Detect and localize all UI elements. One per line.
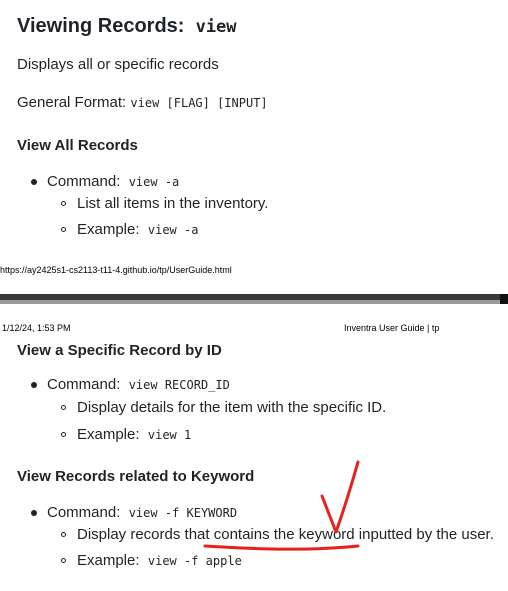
example-line: Example: view -f apple: [77, 552, 242, 569]
command-line: Command: view -a: [47, 173, 179, 190]
example-code: view 1: [147, 428, 192, 442]
bullet-circle: [61, 227, 66, 232]
command-line: Command: view RECORD_ID: [47, 376, 230, 393]
section-heading-view-all: View All Records: [17, 137, 138, 154]
example-label: Example:: [77, 426, 140, 443]
example-label: Example:: [77, 221, 140, 238]
general-format: General Format: view [FLAG] [INPUT]: [17, 94, 268, 111]
command-code: view RECORD_ID: [128, 378, 230, 392]
detail-line: List all items in the inventory.: [77, 195, 269, 212]
detail-line: Display details for the item with the sp…: [77, 399, 387, 416]
header-date: 1/12/24, 1:53 PM: [2, 323, 71, 333]
bullet-circle: [61, 558, 66, 563]
page-separator-edge: [500, 294, 508, 304]
page-title: Viewing Records: view: [17, 15, 237, 38]
footer-url: https://ay2425s1-cs2113-t11-4.github.io/…: [0, 265, 232, 275]
general-format-label: General Format:: [17, 94, 127, 111]
bullet-circle: [61, 201, 66, 206]
section-heading-by-id: View a Specific Record by ID: [17, 342, 222, 359]
bullet-disc: [31, 179, 37, 185]
example-code: view -f apple: [147, 554, 242, 568]
example-line: Example: view 1: [77, 426, 191, 443]
command-label: Command:: [47, 376, 121, 393]
detail-line: Display records that contains the keywor…: [77, 526, 494, 543]
command-code: view -a: [128, 175, 180, 189]
example-code: view -a: [147, 223, 199, 237]
page-separator-shadow: [0, 300, 508, 304]
command-label: Command:: [47, 504, 121, 521]
example-line: Example: view -a: [77, 221, 198, 238]
description: Displays all or specific records: [17, 56, 219, 73]
title-code: view: [195, 17, 237, 37]
section-heading-keyword: View Records related to Keyword: [17, 468, 255, 485]
red-check-arrow: [320, 460, 360, 534]
red-underline: [203, 544, 360, 551]
example-label: Example:: [77, 552, 140, 569]
command-line: Command: view -f KEYWORD: [47, 504, 237, 521]
command-label: Command:: [47, 173, 121, 190]
bullet-circle: [61, 532, 66, 537]
bullet-disc: [31, 382, 37, 388]
header-title: Inventra User Guide | tp: [344, 323, 440, 333]
title-text: Viewing Records:: [17, 15, 185, 37]
bullet-circle: [61, 432, 66, 437]
bullet-disc: [31, 510, 37, 516]
bullet-circle: [61, 405, 66, 410]
command-code: view -f KEYWORD: [128, 506, 238, 520]
general-format-code: view [FLAG] [INPUT]: [130, 96, 268, 110]
